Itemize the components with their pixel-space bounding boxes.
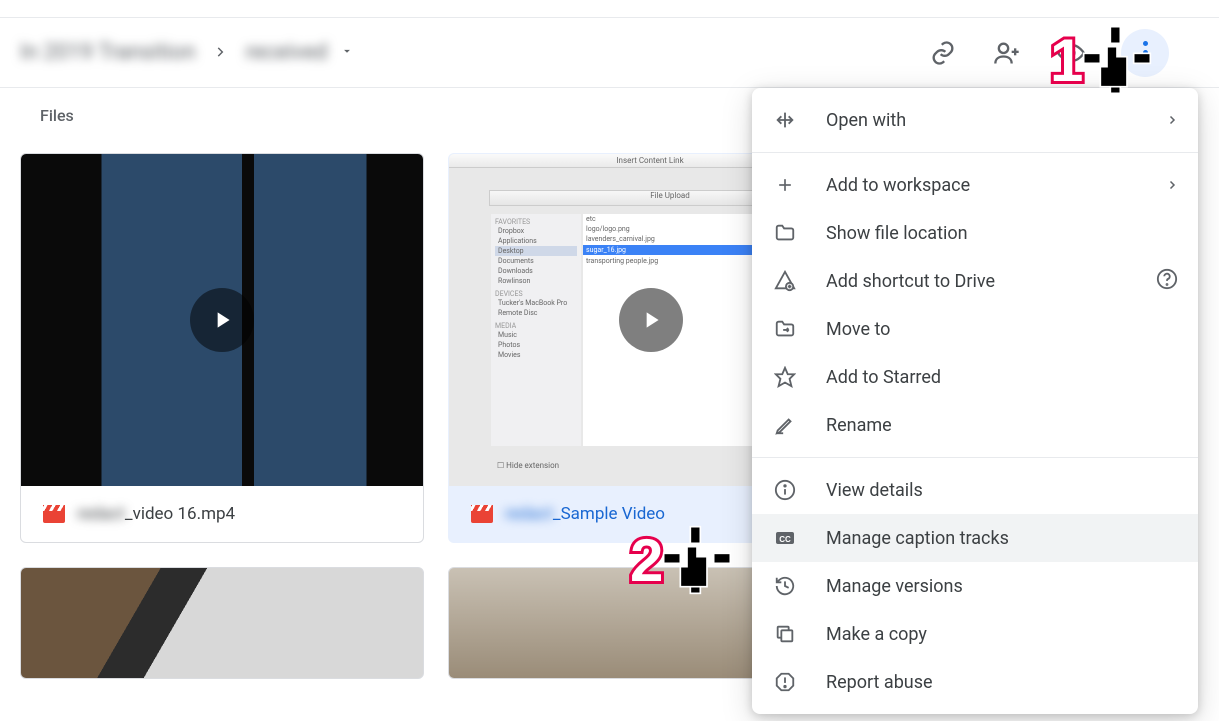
file-name-row: redact_video 16.mp4 [21,486,423,542]
menu-label: Add to workspace [826,175,970,196]
breadcrumb: In 2019 Transition received [20,40,929,65]
open-with-icon [772,107,798,133]
menu-label: Add shortcut to Drive [826,271,995,292]
chevron-right-icon [1166,175,1178,196]
menu-view-details[interactable]: View details [752,466,1198,514]
cc-icon: CC [772,525,798,551]
link-icon[interactable] [929,39,957,67]
star-icon [772,364,798,390]
menu-label: Make a copy [826,624,927,645]
folder-icon [772,220,798,246]
video-file-icon [471,505,493,523]
pencil-icon [772,412,798,438]
header-actions [929,29,1199,77]
menu-label: Move to [826,319,890,340]
chevron-right-icon [1166,110,1178,131]
file-thumbnail [21,154,423,486]
report-icon [772,669,798,695]
help-icon[interactable] [1156,268,1178,295]
plus-icon [772,172,798,198]
chevron-right-icon [213,40,227,65]
play-icon [190,288,254,352]
drive-shortcut-icon [772,268,798,294]
menu-report-abuse[interactable]: Report abuse [752,658,1198,706]
history-icon [772,573,798,599]
menu-add-shortcut[interactable]: Add shortcut to Drive [752,257,1198,305]
menu-label: Open with [826,110,906,131]
menu-separator [752,152,1198,153]
menu-show-location[interactable]: Show file location [752,209,1198,257]
menu-add-workspace[interactable]: Add to workspace [752,161,1198,209]
preview-eye-icon[interactable] [1057,39,1085,67]
copy-icon [772,621,798,647]
svg-text:CC: CC [779,535,791,544]
caret-down-icon[interactable] [340,44,354,62]
menu-open-with[interactable]: Open with [752,96,1198,144]
menu-manage-captions[interactable]: CC Manage caption tracks [752,514,1198,562]
more-actions-button[interactable] [1121,29,1169,77]
menu-label: Add to Starred [826,367,941,388]
context-menu: Open with Add to workspace Show file loc… [752,88,1198,714]
menu-manage-versions[interactable]: Manage versions [752,562,1198,610]
menu-label: Manage caption tracks [826,528,1009,549]
breadcrumb-item-2[interactable]: received [245,40,327,65]
header-bar: In 2019 Transition received [0,18,1219,88]
menu-label: Show file location [826,223,968,244]
menu-label: View details [826,480,923,501]
breadcrumb-item-1[interactable]: In 2019 Transition [20,40,195,65]
file-name-hidden: redact [77,504,125,524]
menu-label: Report abuse [826,672,933,693]
file-card[interactable] [20,567,424,679]
more-vertical-icon [1143,41,1148,64]
file-name-hidden: redact [505,504,553,524]
menu-label: Manage versions [826,576,963,597]
menu-make-copy[interactable]: Make a copy [752,610,1198,658]
file-name-suffix: _video 16.mp4 [125,504,235,524]
info-icon [772,477,798,503]
menu-move-to[interactable]: Move to [752,305,1198,353]
video-file-icon [43,505,65,523]
menu-add-starred[interactable]: Add to Starred [752,353,1198,401]
share-person-icon[interactable] [993,39,1021,67]
move-folder-icon [772,316,798,342]
play-icon [619,288,683,352]
file-card[interactable]: redact_video 16.mp4 [20,153,424,543]
menu-separator [752,457,1198,458]
menu-rename[interactable]: Rename [752,401,1198,449]
file-name-suffix: _Sample Video [553,504,665,524]
menu-label: Rename [826,415,892,436]
top-divider [0,0,1219,18]
